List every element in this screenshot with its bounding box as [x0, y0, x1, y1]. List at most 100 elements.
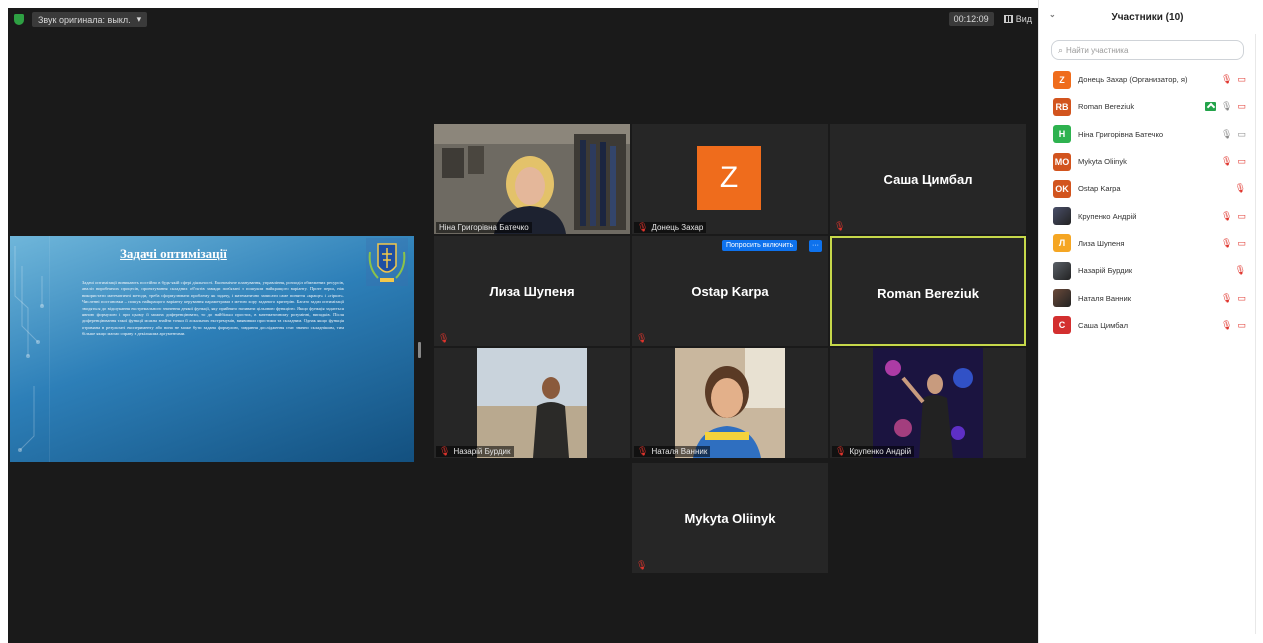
video-tile-ostap[interactable]: Ostap Karpa 🎙 [632, 236, 828, 346]
mic-off-icon: 🎙 [1221, 319, 1233, 330]
participant-name: Крупенко Андрій [1078, 211, 1137, 221]
search-input[interactable] [1066, 45, 1227, 55]
top-left-controls: Звук оригинала: выкл. ▾ [14, 12, 148, 27]
video-off-icon: ▭ [1237, 292, 1246, 303]
participant-name-tag: 🎙 Наталя Ванник [634, 446, 711, 457]
video-off-icon: ▭ [1237, 319, 1246, 330]
search-box[interactable]: ⌕ [1051, 40, 1244, 60]
encryption-shield-icon[interactable] [14, 14, 24, 25]
circuit-decoration [14, 236, 50, 462]
video-tile-nina[interactable]: Ніна Григорівна Батечко [434, 124, 630, 234]
mic-off-icon: 🎙 [1234, 265, 1246, 276]
video-icon: ▭ [1237, 128, 1246, 139]
participant-name: Ostap Karpa [1078, 184, 1121, 194]
panel-title: Участники (10) [1111, 11, 1184, 23]
participant-status-icons: 🎙 ▭ [1221, 157, 1246, 166]
avatar [1053, 261, 1071, 280]
slide-title: Задачі оптимізації [120, 246, 227, 261]
split-handle[interactable] [418, 342, 421, 358]
video-tile-donets[interactable]: Z 🎙 Донець Захар [632, 124, 828, 234]
video-tile-nazariy[interactable]: 🎙 Назарій Бурдик [434, 348, 630, 458]
participant-status-icons: 🎙 ▭ [1221, 75, 1246, 84]
avatar: Л [1053, 234, 1071, 253]
participants-panel: ⌄ Участники (10) ⌕ Z Донець Захар (Органи… [1038, 0, 1256, 643]
participant-name-tag: Ніна Григорівна Батечко [436, 222, 532, 233]
participant-status-icons: 🎙 ▭ [1221, 237, 1246, 248]
participant-display-name: Roman Bereziuk [877, 286, 979, 301]
participant-row[interactable]: OK Ostap Karpa 🎙 [1039, 175, 1256, 202]
ask-to-unmute-button[interactable]: Попросить включить [722, 240, 798, 251]
chevron-down-icon: ▾ [136, 14, 142, 24]
original-audio-label: Звук оригинала: выкл. [38, 14, 131, 25]
video-off-icon: ▭ [1237, 74, 1246, 85]
mic-off-icon: 🎙 [1221, 237, 1233, 248]
participant-status-icons: 🎙 ▭ [1205, 102, 1246, 112]
participant-row[interactable]: MO Mykyta Oliinyk 🎙 ▭ [1039, 148, 1256, 175]
participant-status-icons: 🎙 [1235, 184, 1246, 193]
participant-status-icons: 🎙 ▭ [1221, 128, 1246, 139]
screen-share-icon [1205, 102, 1217, 112]
participant-display-name: Саша Цимбал [883, 172, 973, 187]
video-tile-mykyta[interactable]: Mykyta Oliinyk 🎙 [632, 463, 828, 573]
panel-scrollbar[interactable] [1255, 34, 1256, 634]
participant-name: Назарій Бурдик [1078, 266, 1133, 276]
more-options-button[interactable]: ··· [809, 240, 822, 252]
mic-off-icon: 🎙 [636, 560, 648, 570]
collapse-chevron-icon[interactable]: ⌄ [1049, 10, 1056, 19]
participant-row[interactable]: Назарій Бурдик 🎙 [1039, 257, 1256, 284]
ask-to-unmute-label: Попросить включить [726, 242, 794, 249]
participant-name: Ніна Григорівна Батечко [439, 223, 529, 232]
mic-off-icon: 🎙 [1234, 183, 1246, 194]
video-off-icon: ▭ [1237, 237, 1246, 248]
participant-display-name: Ostap Karpa [691, 284, 769, 299]
participant-name: Донець Захар (Организатор, я) [1078, 75, 1188, 85]
participant-row[interactable]: H Ніна Григорівна Батечко 🎙 ▭ [1039, 121, 1256, 148]
participant-name-tag: 🎙 Крупенко Андрій [832, 446, 915, 457]
mic-off-icon: 🎙 [835, 446, 847, 456]
avatar: Z [697, 146, 761, 210]
mic-off-icon: 🎙 [439, 446, 451, 456]
participant-name-tag: 🎙 Донець Захар [634, 222, 707, 233]
participant-row[interactable]: Z Донець Захар (Организатор, я) 🎙 ▭ [1039, 66, 1256, 93]
mic-off-icon: 🎙 [1221, 292, 1233, 303]
participant-row[interactable]: RB Roman Bereziuk 🎙 ▭ [1039, 93, 1256, 120]
participant-row[interactable]: Крупенко Андрій 🎙 ▭ [1039, 202, 1256, 229]
panel-header: ⌄ Участники (10) [1039, 0, 1256, 34]
participant-row[interactable]: Наталя Ванник 🎙 ▭ [1039, 284, 1256, 311]
mic-off-icon: 🎙 [1221, 210, 1233, 221]
video-tile-sasha[interactable]: Саша Цимбал 🎙 [830, 124, 1026, 234]
video-tile-liza[interactable]: Лиза Шупеня 🎙 [434, 236, 630, 346]
participant-list: Z Донець Захар (Организатор, я) 🎙 ▭ RB Roman … [1039, 66, 1256, 339]
mic-off-icon: 🎙 [636, 333, 648, 343]
video-tile-krupenko[interactable]: 🎙 Крупенко Андрій [830, 348, 1026, 458]
participant-name: Наталя Ванник [1078, 293, 1132, 303]
avatar: Z [1053, 70, 1071, 89]
avatar [1053, 289, 1071, 308]
video-tile-natalia[interactable]: 🎙 Наталя Ванник [632, 348, 828, 458]
mic-off-icon: 🎙 [438, 333, 450, 343]
participant-row[interactable]: C Саша Цимбал 🎙 ▭ [1039, 312, 1256, 339]
participant-name: Наталя Ванник [651, 447, 708, 456]
mic-off-icon: 🎙 [637, 446, 649, 456]
mic-off-icon: 🎙 [637, 222, 649, 232]
shared-screen[interactable]: Задачі оптимізації Задачі оптимізації ви… [10, 236, 414, 462]
participant-video [477, 348, 587, 458]
participant-name: Mykyta Oliinyk [1078, 157, 1127, 167]
view-button[interactable]: Вид [1003, 14, 1032, 24]
participant-name: Ніна Григорівна Батечко [1078, 129, 1164, 139]
participant-status-icons: 🎙 ▭ [1221, 319, 1246, 330]
participant-display-name: Лиза Шупеня [489, 284, 575, 299]
participant-name: Крупенко Андрій [849, 447, 912, 456]
participant-display-name: Mykyta Oliinyk [684, 511, 776, 526]
avatar: MO [1053, 152, 1071, 171]
participant-name: Донець Захар [651, 223, 704, 232]
video-tile-roman[interactable]: Roman Bereziuk [830, 236, 1026, 346]
participant-name: Roman Bereziuk [1078, 102, 1135, 112]
participant-row[interactable]: Л Лиза Шупеня 🎙 ▭ [1039, 230, 1256, 257]
participant-status-icons: 🎙 ▭ [1221, 292, 1246, 303]
coat-of-arms-icon [366, 238, 408, 286]
search-icon: ⌕ [1058, 44, 1064, 55]
view-label: Вид [1015, 14, 1032, 24]
mic-icon: 🎙 [1221, 128, 1233, 139]
original-audio-button[interactable]: Звук оригинала: выкл. ▾ [32, 12, 148, 27]
